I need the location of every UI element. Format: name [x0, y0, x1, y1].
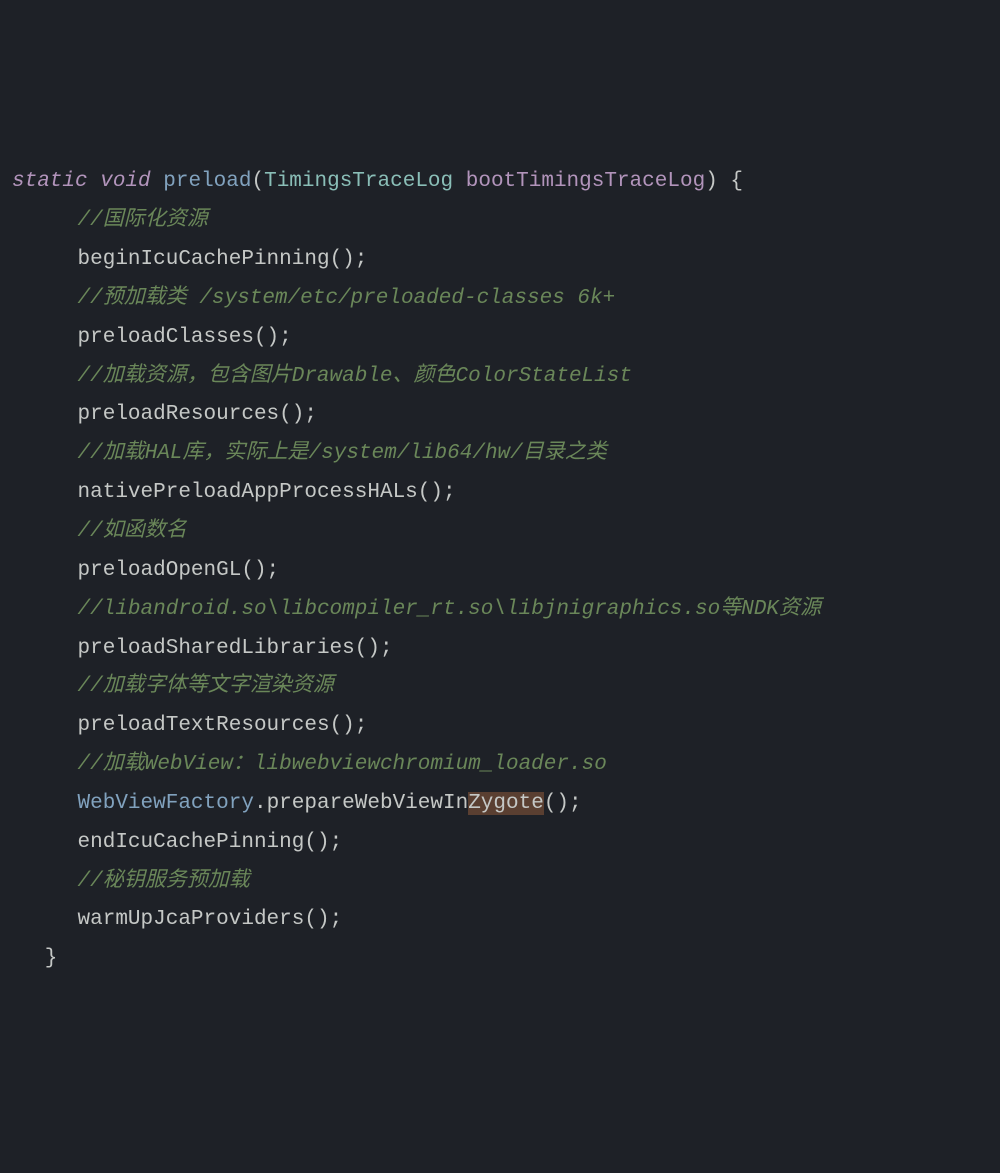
- call: endIcuCachePinning: [78, 831, 305, 854]
- comment: //如函数名: [78, 520, 187, 543]
- code-block: static void preload(TimingsTraceLog boot…: [12, 163, 988, 979]
- keyword-void: void: [100, 170, 150, 193]
- method-pre: prepareWebViewIn: [267, 792, 469, 815]
- comment: //预加载类 /system/etc/preloaded-classes 6k+: [78, 287, 616, 310]
- comment: //国际化资源: [78, 209, 208, 232]
- lparen: (: [251, 170, 264, 193]
- comment: //加载资源，包含图片Drawable、颜色ColorStateList: [78, 365, 632, 388]
- tail: ();: [418, 481, 456, 504]
- tail: ();: [330, 248, 368, 271]
- comment: //秘钥服务预加载: [78, 870, 250, 893]
- call: preloadSharedLibraries: [78, 637, 355, 660]
- class-ref: WebViewFactory: [78, 792, 254, 815]
- call: preloadTextResources: [78, 714, 330, 737]
- tail: ();: [279, 403, 317, 426]
- tail: ();: [330, 714, 368, 737]
- close-brace: }: [45, 947, 58, 970]
- rparen-brace: ) {: [705, 170, 743, 193]
- comment: //加载HAL库，实际上是/system/lib64/hw/目录之类: [78, 442, 607, 465]
- call: preloadClasses: [78, 326, 254, 349]
- comment: //加载字体等文字渲染资源: [78, 675, 334, 698]
- call: preloadOpenGL: [78, 559, 242, 582]
- call: nativePreloadAppProcessHALs: [78, 481, 418, 504]
- comment: //加载WebView：libwebviewchromium_loader.so: [78, 753, 607, 776]
- highlight-zygote: Zygote: [468, 792, 544, 815]
- tail: ();: [241, 559, 279, 582]
- param-name: bootTimingsTraceLog: [466, 170, 705, 193]
- tail: ();: [304, 908, 342, 931]
- call: preloadResources: [78, 403, 280, 426]
- tail: ();: [355, 637, 393, 660]
- param-type: TimingsTraceLog: [264, 170, 453, 193]
- tail: ();: [304, 831, 342, 854]
- function-name: preload: [163, 170, 251, 193]
- dot: .: [254, 792, 267, 815]
- call: beginIcuCachePinning: [78, 248, 330, 271]
- comment: //libandroid.so\libcompiler_rt.so\libjni…: [78, 598, 822, 621]
- tail: ();: [544, 792, 582, 815]
- tail: ();: [254, 326, 292, 349]
- keyword-static: static: [12, 170, 88, 193]
- call: warmUpJcaProviders: [78, 908, 305, 931]
- line-sig: static void preload(TimingsTraceLog boot…: [12, 170, 743, 193]
